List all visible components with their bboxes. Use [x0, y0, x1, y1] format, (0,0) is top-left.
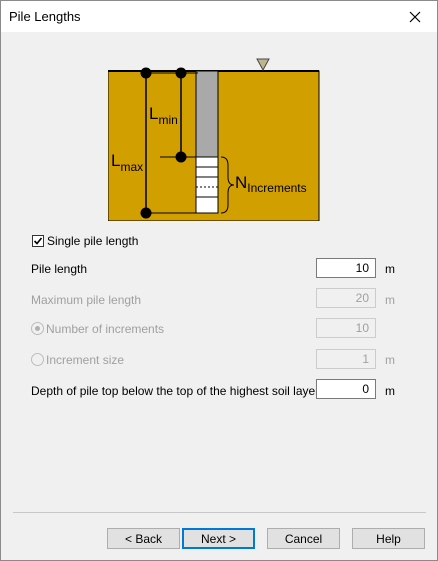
pile-diagram: Lmax Lmin NIncrements	[108, 58, 320, 221]
close-icon	[409, 11, 421, 22]
title-bar: Pile Lengths	[1, 1, 437, 32]
window-title: Pile Lengths	[9, 9, 81, 24]
pile-shaft	[195, 70, 219, 158]
number-of-increments-radio[interactable]	[31, 322, 44, 335]
max-pile-length-unit: m	[385, 293, 395, 307]
max-pile-length-label: Maximum pile length	[31, 293, 142, 307]
single-pile-length-label[interactable]: Single pile length	[47, 234, 138, 248]
cancel-button[interactable]: Cancel	[267, 528, 340, 549]
pile-length-input[interactable]: 10	[316, 258, 376, 278]
checkmark-icon	[33, 237, 43, 245]
button-separator	[13, 512, 426, 513]
pile-length-label: Pile length	[31, 262, 88, 276]
increment-size-label[interactable]: Increment size	[46, 353, 124, 367]
increment-size-input[interactable]: 1	[316, 349, 376, 369]
number-of-increments-label[interactable]: Number of increments	[46, 322, 164, 336]
depth-pile-top-input[interactable]: 0	[316, 379, 376, 399]
next-button[interactable]: Next >	[182, 528, 255, 549]
pile-lengths-dialog: Pile Lengths Lmax Lmin NIncrements Singl…	[0, 0, 438, 561]
water-level-icon	[256, 58, 270, 72]
help-button[interactable]: Help	[352, 528, 425, 549]
back-button[interactable]: < Back	[107, 528, 180, 549]
pile-increments	[195, 156, 219, 214]
close-button[interactable]	[393, 1, 437, 32]
increment-size-radio[interactable]	[31, 353, 44, 366]
depth-pile-top-unit: m	[385, 384, 395, 398]
max-pile-length-input[interactable]: 20	[316, 288, 376, 308]
depth-pile-top-label: Depth of pile top below the top of the h…	[31, 384, 320, 398]
single-pile-length-checkbox[interactable]	[32, 235, 44, 247]
increment-size-unit: m	[385, 353, 395, 367]
number-of-increments-input[interactable]: 10	[316, 318, 376, 338]
pile-length-unit: m	[385, 262, 395, 276]
